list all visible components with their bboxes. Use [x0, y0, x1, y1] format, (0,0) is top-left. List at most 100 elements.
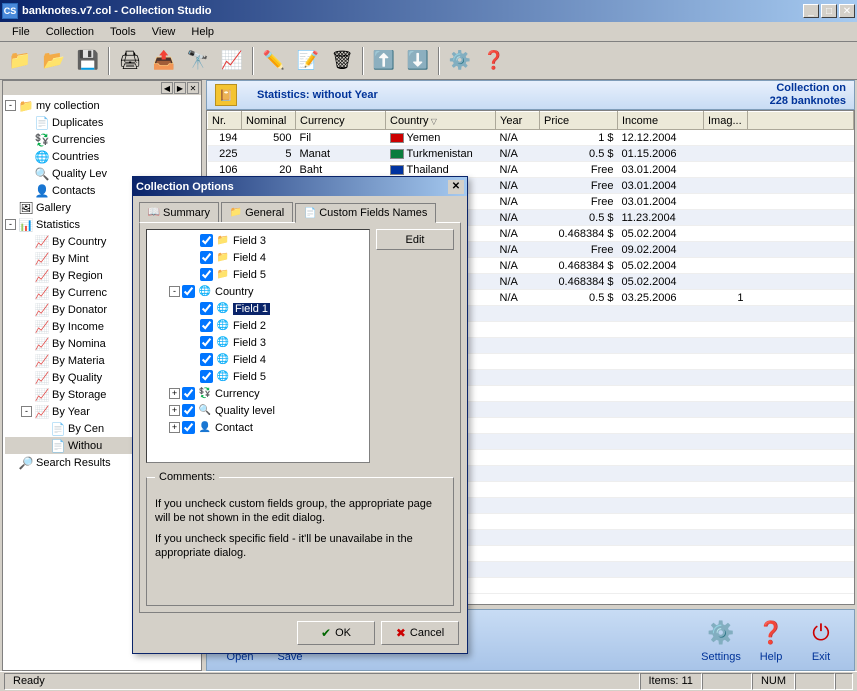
find-icon[interactable]: 🔭	[182, 45, 214, 77]
node-icon: 👤	[34, 183, 50, 199]
ok-button[interactable]: ✔OK	[297, 621, 375, 645]
expand-icon[interactable]: -	[5, 100, 16, 111]
field-label: Field 1	[233, 303, 270, 315]
field-item[interactable]: -🌐Country	[149, 283, 367, 300]
chart-icon[interactable]: 📈	[216, 45, 248, 77]
field-item[interactable]: 🌐Field 4	[149, 351, 367, 368]
menu-help[interactable]: Help	[183, 24, 222, 40]
field-checkbox[interactable]	[200, 319, 213, 332]
node-icon: 📈	[34, 285, 50, 301]
edit-icon[interactable]: ✏️	[258, 45, 290, 77]
node-icon: 🔎	[18, 455, 34, 471]
export-icon[interactable]: 📤	[148, 45, 180, 77]
column-header[interactable]	[748, 112, 854, 130]
tree-close-icon[interactable]: ✕	[187, 82, 199, 94]
field-checkbox[interactable]	[182, 421, 195, 434]
cancel-button[interactable]: ✖Cancel	[381, 621, 459, 645]
exit-button[interactable]: ⏻Exit	[796, 617, 846, 663]
help-icon[interactable]: ❓	[478, 45, 510, 77]
save-icon[interactable]: 💾	[72, 45, 104, 77]
expand-icon[interactable]: +	[169, 422, 180, 433]
status-bar: Ready Items: 11 NUM	[0, 671, 857, 691]
tree-item-label: By Country	[52, 236, 106, 248]
field-item[interactable]: 🌐Field 3	[149, 334, 367, 351]
field-checkbox[interactable]	[200, 336, 213, 349]
close-button[interactable]: ✕	[839, 4, 855, 18]
field-checkbox[interactable]	[200, 370, 213, 383]
tab-general[interactable]: 📁General	[221, 202, 293, 222]
field-label: Field 5	[233, 269, 266, 281]
tree-item[interactable]: 📄Duplicates	[5, 114, 199, 131]
column-header[interactable]: Year	[496, 112, 540, 130]
field-item[interactable]: 📁Field 4	[149, 249, 367, 266]
table-row[interactable]: 194500FilYemenN/A1 $12.12.2004	[208, 130, 854, 146]
expand-icon[interactable]: -	[169, 286, 180, 297]
menu-file[interactable]: File	[4, 24, 38, 40]
fields-tree[interactable]: 📁Field 3📁Field 4📁Field 5-🌐Country🌐Field …	[146, 229, 370, 463]
toolbar: 📁 📂 💾 🖨 📤 🔭 📈 ✏️ 📝 🗑 ⬆️ ⬇️ ⚙️ ❓	[0, 42, 857, 80]
tree-item-label: By Year	[52, 406, 90, 418]
column-header[interactable]: Nr.	[208, 112, 242, 130]
dialog-close-icon[interactable]: ✕	[448, 180, 464, 194]
menu-view[interactable]: View	[144, 24, 184, 40]
field-checkbox[interactable]	[200, 268, 213, 281]
tree-item[interactable]: 🌐Countries	[5, 148, 199, 165]
expand-icon[interactable]: -	[21, 406, 32, 417]
node-icon: 📈	[34, 353, 50, 369]
field-checkbox[interactable]	[182, 404, 195, 417]
print-icon[interactable]: 🖨	[114, 45, 146, 77]
field-item[interactable]: 📁Field 5	[149, 266, 367, 283]
copy-icon[interactable]: 📝	[292, 45, 324, 77]
expand-icon[interactable]: +	[169, 388, 180, 399]
maximize-button[interactable]: □	[821, 4, 837, 18]
new-icon[interactable]: 📁	[4, 45, 36, 77]
delete-icon[interactable]: 🗑	[326, 45, 358, 77]
field-item[interactable]: +👤Contact	[149, 419, 367, 436]
field-item[interactable]: +🔍Quality level	[149, 402, 367, 419]
field-item[interactable]: 🌐Field 1	[149, 300, 367, 317]
dialog-titlebar[interactable]: Collection Options ✕	[133, 177, 467, 196]
folder-icon: 📁	[230, 207, 242, 219]
column-header[interactable]: Price	[540, 112, 618, 130]
up-icon[interactable]: ⬆️	[368, 45, 400, 77]
tree-item[interactable]: 💱Currencies	[5, 131, 199, 148]
down-icon[interactable]: ⬇️	[402, 45, 434, 77]
column-header[interactable]: Currency	[296, 112, 386, 130]
node-icon: 🖼	[18, 200, 34, 216]
node-icon: 📈	[34, 370, 50, 386]
field-item[interactable]: 📁Field 3	[149, 232, 367, 249]
expand-icon[interactable]: +	[169, 405, 180, 416]
open-icon[interactable]: 📂	[38, 45, 70, 77]
field-checkbox[interactable]	[182, 285, 195, 298]
settings-icon[interactable]: ⚙️	[444, 45, 476, 77]
tree-item[interactable]: -📁my collection	[5, 97, 199, 114]
node-icon: 📄	[50, 421, 66, 437]
field-checkbox[interactable]	[200, 302, 213, 315]
field-item[interactable]: +💱Currency	[149, 385, 367, 402]
tree-item-label: Countries	[52, 151, 99, 163]
field-item[interactable]: 🌐Field 5	[149, 368, 367, 385]
tab-summary[interactable]: 📖Summary	[139, 202, 219, 222]
field-checkbox[interactable]	[200, 353, 213, 366]
help-button[interactable]: ❓Help	[746, 617, 796, 663]
edit-button[interactable]: Edit	[376, 229, 454, 250]
column-header[interactable]: Nominal	[242, 112, 296, 130]
field-checkbox[interactable]	[200, 234, 213, 247]
tab-custom-fields[interactable]: 📄Custom Fields Names	[295, 203, 436, 223]
minimize-button[interactable]: _	[803, 4, 819, 18]
field-checkbox[interactable]	[182, 387, 195, 400]
table-row[interactable]: 2255ManatTurkmenistanN/A0.5 $01.15.2006	[208, 146, 854, 162]
field-checkbox[interactable]	[200, 251, 213, 264]
tree-right-icon[interactable]: ▶	[174, 82, 186, 94]
column-header[interactable]: Income	[618, 112, 704, 130]
tree-left-icon[interactable]: ◀	[161, 82, 173, 94]
stats-header: 📔 Statistics: without Year Collection on…	[206, 80, 855, 110]
expand-icon[interactable]: -	[5, 219, 16, 230]
menu-collection[interactable]: Collection	[38, 24, 102, 40]
menu-tools[interactable]: Tools	[102, 24, 144, 40]
column-header[interactable]: Country	[386, 112, 496, 130]
field-item[interactable]: 🌐Field 2	[149, 317, 367, 334]
column-header[interactable]: Imag...	[704, 112, 748, 130]
node-icon: 📄	[34, 115, 50, 131]
settings-button[interactable]: ⚙️Settings	[696, 617, 746, 663]
